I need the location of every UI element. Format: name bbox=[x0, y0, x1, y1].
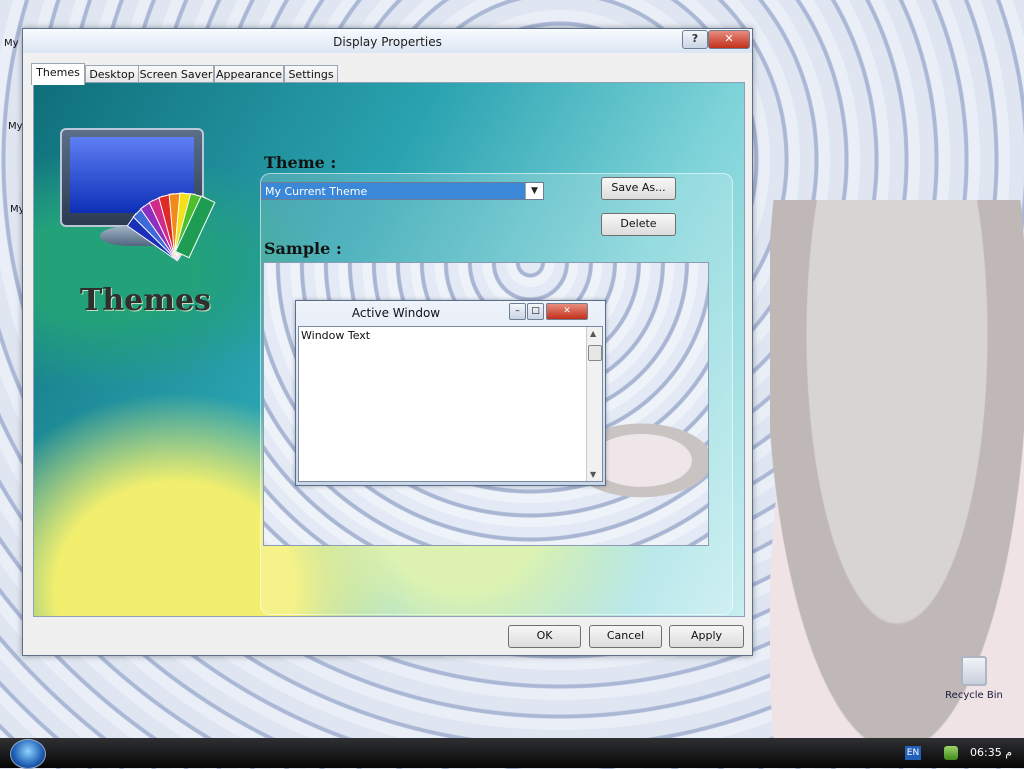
scroll-up-icon: ▲ bbox=[590, 329, 597, 338]
display-properties-window: Display Properties ? ✕ Themes Desktop Sc… bbox=[22, 28, 753, 656]
recycle-bin[interactable]: Recycle Bin bbox=[944, 656, 1004, 701]
network-tray-icon[interactable] bbox=[944, 746, 958, 760]
sample-active-window: Active Window – □ ✕ Window Text ▲ ▼ bbox=[295, 300, 606, 486]
save-as-button[interactable]: Save As... bbox=[601, 177, 676, 200]
sample-window-title: Active Window bbox=[351, 306, 441, 320]
recycle-bin-icon bbox=[961, 656, 987, 686]
cancel-button[interactable]: Cancel bbox=[589, 625, 662, 648]
desktop-icon-label[interactable]: My bbox=[4, 38, 19, 49]
themes-banner-label: Themes bbox=[80, 283, 211, 318]
close-button[interactable]: ✕ bbox=[708, 30, 750, 49]
sample-scrollbar: ▲ ▼ bbox=[586, 327, 602, 481]
scroll-down-icon: ▼ bbox=[590, 470, 597, 479]
color-palette-icon bbox=[126, 192, 244, 273]
ok-button[interactable]: OK bbox=[508, 625, 581, 648]
apply-button[interactable]: Apply bbox=[669, 625, 744, 648]
theme-heading: Theme : bbox=[264, 153, 337, 172]
desktop-icon-label[interactable]: My bbox=[8, 121, 23, 132]
theme-select[interactable]: My Current Theme ▼ bbox=[261, 182, 544, 200]
clock[interactable]: 06:35 م bbox=[970, 746, 1012, 759]
theme-select-value: My Current Theme bbox=[265, 185, 368, 198]
close-icon: ✕ bbox=[546, 303, 588, 320]
title-bar[interactable]: Display Properties ? ✕ bbox=[23, 29, 752, 53]
recycle-bin-label: Recycle Bin bbox=[945, 690, 1003, 701]
language-indicator[interactable]: EN bbox=[905, 746, 921, 760]
start-button[interactable] bbox=[10, 739, 46, 769]
taskbar: EN 06:35 م bbox=[0, 738, 1024, 769]
tab-themes[interactable]: Themes bbox=[31, 63, 85, 85]
sample-window-text: Window Text bbox=[301, 329, 371, 342]
chevron-down-icon[interactable]: ▼ bbox=[525, 183, 543, 199]
sample-window-body: Window Text ▲ ▼ bbox=[298, 326, 603, 482]
sample-heading: Sample : bbox=[264, 239, 342, 258]
help-button[interactable]: ? bbox=[682, 30, 708, 49]
minimize-icon: – bbox=[509, 303, 526, 320]
maximize-icon: □ bbox=[527, 303, 544, 320]
window-title: Display Properties bbox=[333, 35, 442, 49]
delete-button[interactable]: Delete bbox=[601, 213, 676, 236]
scroll-thumb bbox=[588, 345, 602, 361]
